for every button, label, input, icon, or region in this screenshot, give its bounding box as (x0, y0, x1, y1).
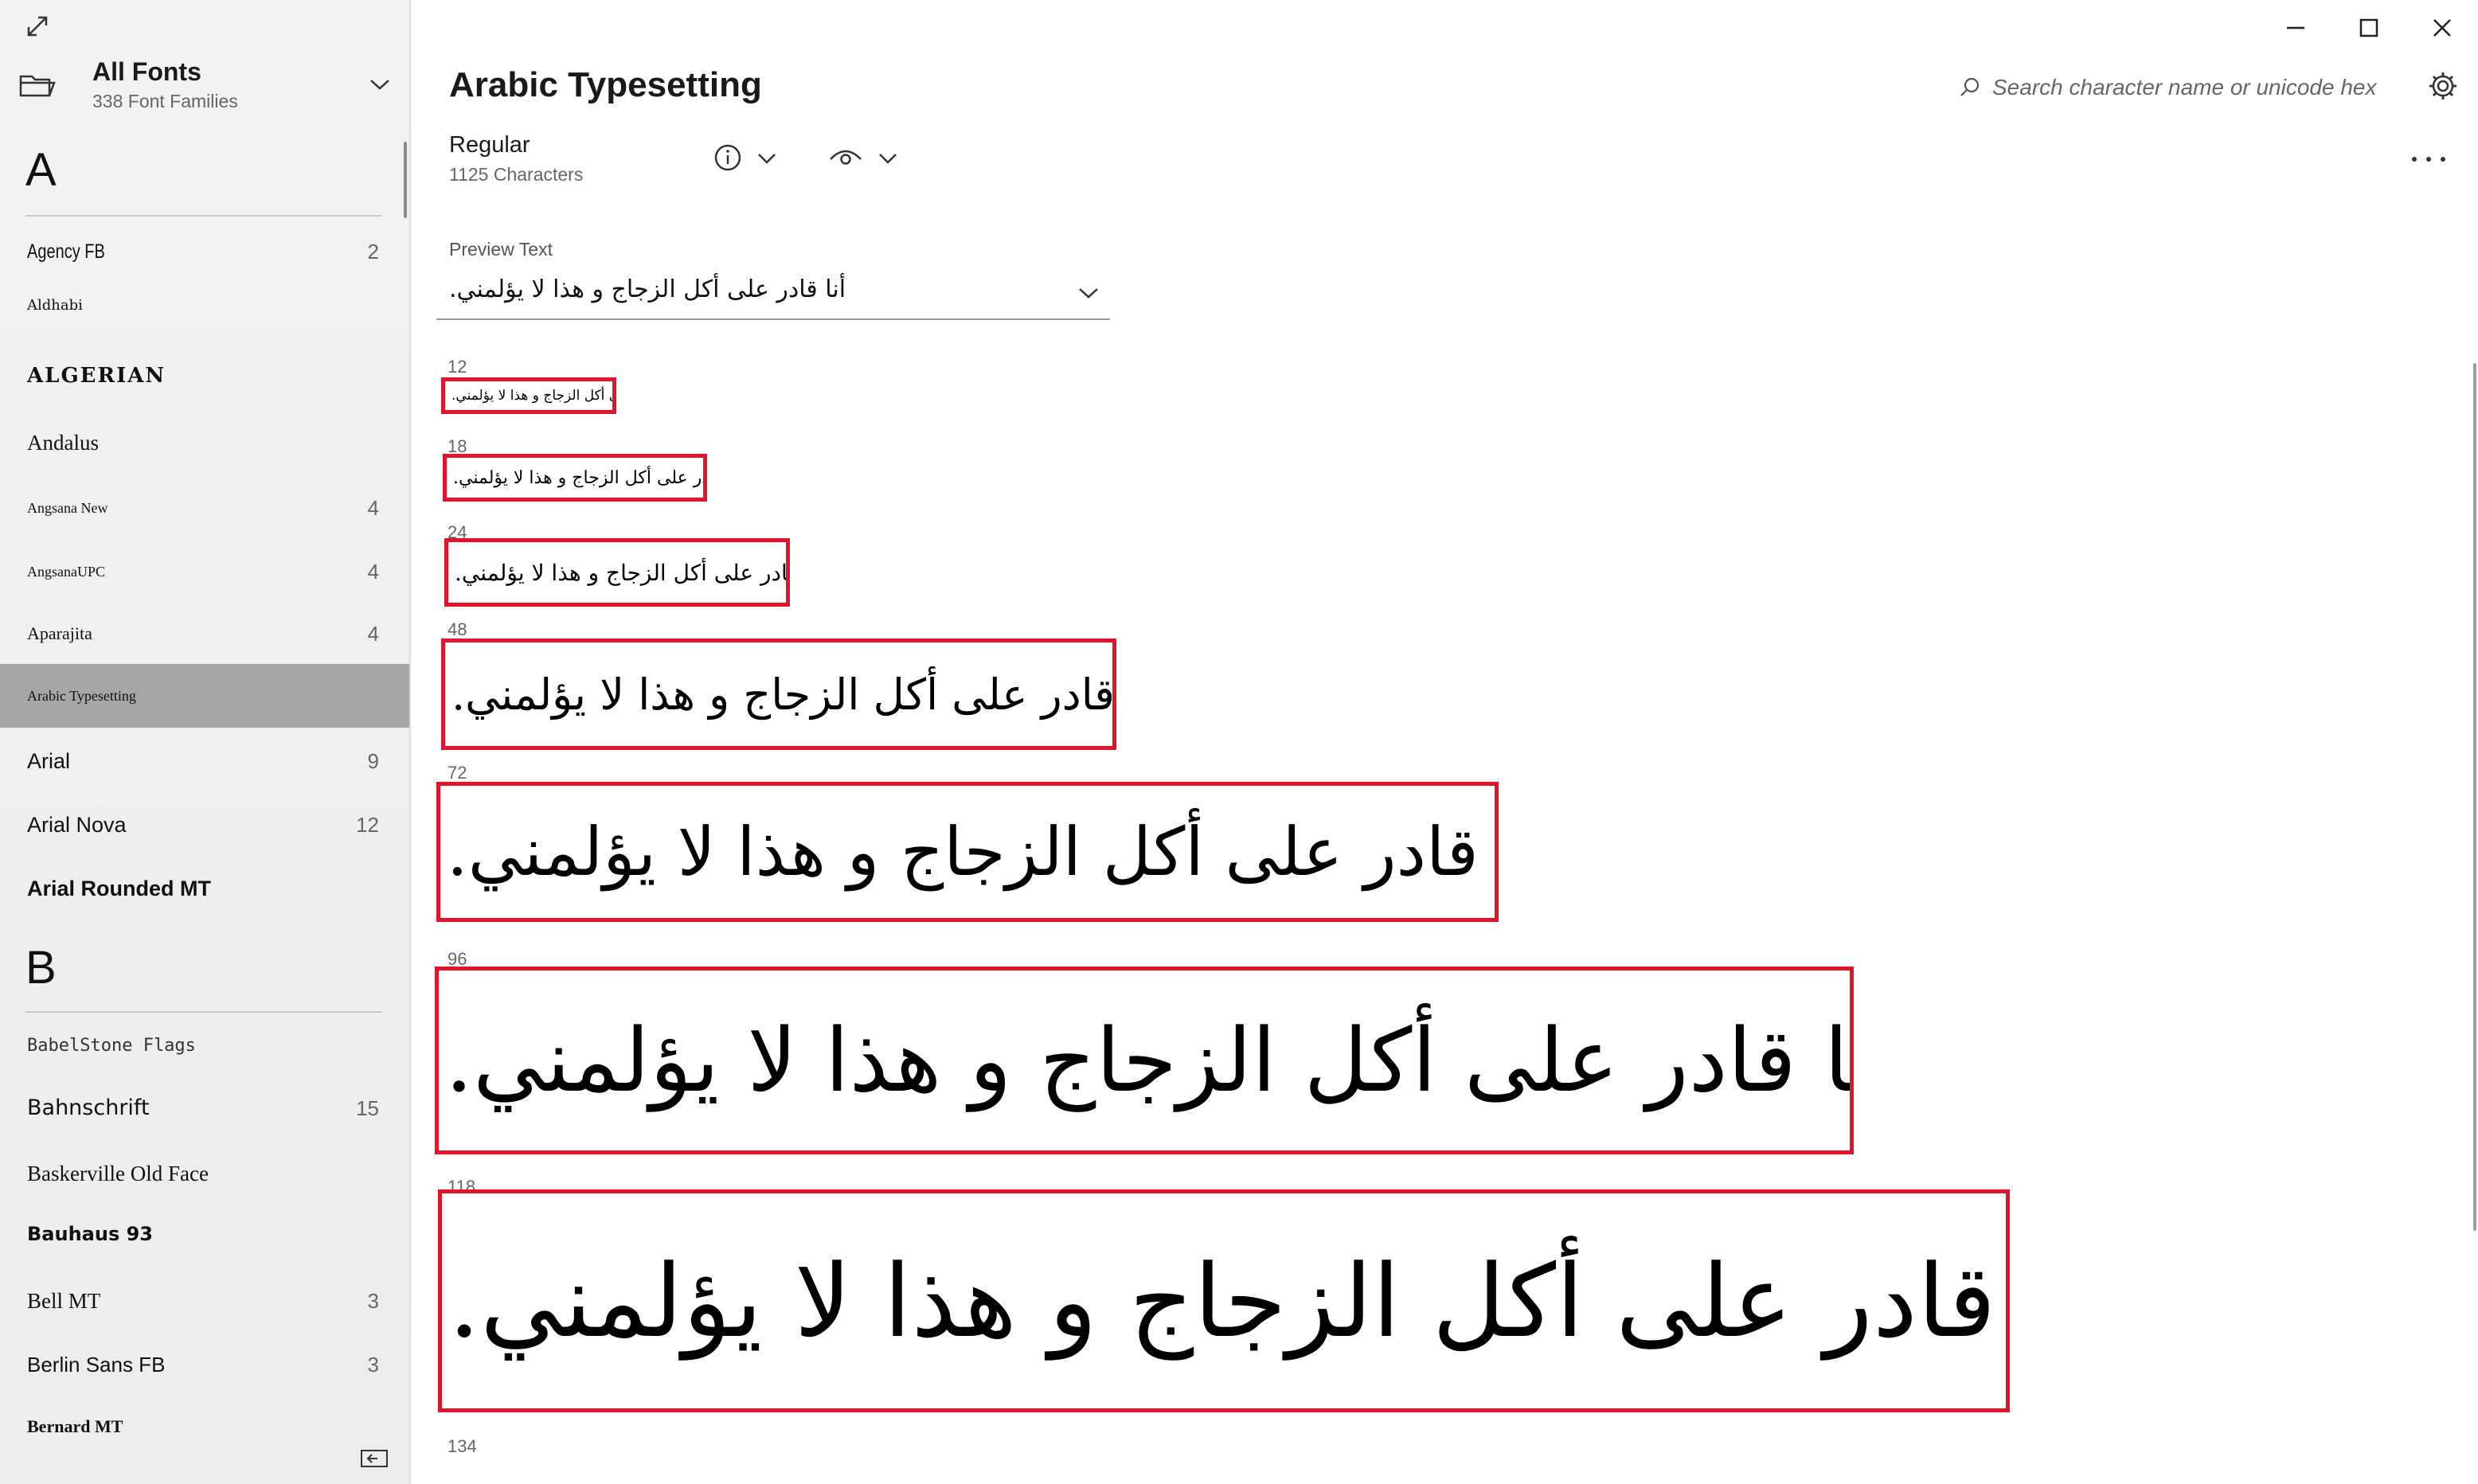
sample-text: أنا قادر على أكل الزجاج و هذا لا يؤلمني. (455, 559, 790, 586)
font-name: Baskerville Old Face (27, 1162, 209, 1185)
search-icon (1960, 77, 1980, 96)
chevron-down-icon (758, 154, 776, 164)
chevron-down-icon[interactable] (1077, 285, 1100, 301)
font-name: Arabic Typesetting (27, 688, 136, 704)
sidebar-item-algerian[interactable]: ALGERIAN (0, 344, 409, 408)
preview-text-combobox[interactable]: أنا قادر على أكل الزجاج و هذا لا يؤلمني. (436, 271, 1110, 320)
style-count: 15 (356, 1096, 379, 1120)
more-options-icon[interactable] (2410, 154, 2448, 164)
maximize-icon[interactable] (2355, 14, 2382, 41)
preview-text-label: Preview Text (449, 239, 553, 260)
font-name: Aparajita (27, 623, 92, 643)
sidebar-scrollbar[interactable] (404, 142, 407, 218)
sidebar-item-arial-rounded-mt[interactable]: Arial Rounded MT (0, 857, 409, 920)
font-detail-pane: Arabic Typesetting Regular 1125 Characte… (411, 0, 2478, 1484)
font-name: Berlin Sans FB (27, 1353, 166, 1377)
sample-row-12: أنا قادر على أكل الزجاج و هذا لا يؤلمني. (441, 377, 616, 414)
search-input[interactable] (1992, 72, 2406, 103)
main-scrollbar[interactable] (2473, 363, 2476, 1231)
close-icon[interactable] (2429, 14, 2456, 41)
sidebar-item-angsanaupc[interactable]: AngsanaUPC 4 (0, 540, 409, 603)
font-name: Aldhabi (27, 297, 83, 314)
sample-text: أنا قادر على أكل الزجاج و هذا لا يؤلمني. (447, 813, 1499, 891)
sample-text: أنا قادر على أكل الزجاج و هذا لا يؤلمني. (445, 1010, 1854, 1111)
style-count: 3 (367, 1353, 379, 1377)
divider (25, 215, 382, 217)
style-count: 3 (367, 1289, 379, 1313)
preview-text-value[interactable]: أنا قادر على أكل الزجاج و هذا لا يؤلمني. (449, 275, 846, 303)
collection-subtitle: 338 Font Families (92, 91, 238, 111)
chevron-down-icon[interactable] (368, 76, 392, 92)
sidebar-item-arial[interactable]: Arial 9 (0, 729, 409, 793)
sidebar-item-bauhaus-93[interactable]: Bauhaus 93 (0, 1202, 409, 1266)
group-letter-b[interactable]: B (25, 941, 57, 994)
expand-icon[interactable] (24, 13, 51, 40)
size-label-48: 48 (448, 619, 467, 639)
sample-row-72: أنا قادر على أكل الزجاج و هذا لا يؤلمني. (436, 782, 1499, 922)
sidebar-item-berlin-sans-fb[interactable]: Berlin Sans FB 3 (0, 1333, 409, 1396)
style-count: 4 (367, 496, 379, 520)
sidebar-item-babelstone-flags[interactable]: BabelStone Flags (0, 1014, 409, 1078)
sample-row-48: أنا قادر على أكل الزجاج و هذا لا يؤلمني. (441, 639, 1116, 750)
font-name: Arial Nova (27, 813, 127, 837)
style-name[interactable]: Regular (449, 132, 530, 158)
sample-text: أنا قادر على أكل الزجاج و هذا لا يؤلمني. (448, 1242, 2010, 1360)
sidebar-item-aparajita[interactable]: Aparajita 4 (0, 602, 409, 666)
info-icon (714, 144, 741, 171)
font-name: Arial Rounded MT (27, 877, 211, 900)
font-name: Angsana New (27, 500, 108, 516)
style-count: 9 (367, 749, 379, 773)
sidebar-item-aldhabi[interactable]: Aldhabi (0, 274, 409, 338)
font-title: Arabic Typesetting (449, 65, 762, 104)
sidebar-item-bell-mt[interactable]: Bell MT 3 (0, 1269, 409, 1333)
group-letter-a[interactable]: A (25, 143, 57, 197)
sample-text: أنا قادر على أكل الزجاج و هذا لا يؤلمني. (453, 467, 703, 488)
collapse-pane-icon[interactable] (360, 1449, 389, 1468)
sidebar-item-bahnschrift[interactable]: Bahnschrift 15 (0, 1076, 409, 1140)
font-name: ALGERIAN (27, 364, 166, 388)
font-info-button[interactable] (713, 140, 790, 175)
size-label-12: 12 (448, 357, 467, 377)
font-name: Arial (27, 749, 71, 773)
eye-icon (830, 150, 862, 165)
gear-icon[interactable] (2427, 70, 2459, 102)
sample-row-118: أنا قادر على أكل الزجاج و هذا لا يؤلمني. (438, 1189, 2010, 1412)
sample-row-96: أنا قادر على أكل الزجاج و هذا لا يؤلمني. (435, 967, 1854, 1154)
collection-title[interactable]: All Fonts (92, 57, 201, 87)
size-label-72: 72 (448, 763, 467, 783)
style-count: 4 (367, 560, 379, 584)
preview-options-button[interactable] (828, 140, 911, 175)
search-box[interactable] (1959, 72, 2406, 103)
font-name: Andalus (27, 431, 99, 455)
size-label-134: 134 (448, 1436, 477, 1456)
font-name: AngsanaUPC (27, 564, 105, 580)
minimize-icon[interactable] (2282, 14, 2309, 41)
sample-text: أنا قادر على أكل الزجاج و هذا لا يؤلمني. (451, 669, 1116, 720)
sample-row-24: أنا قادر على أكل الزجاج و هذا لا يؤلمني. (444, 538, 790, 607)
sidebar-item-baskerville-old-face[interactable]: Baskerville Old Face (0, 1142, 409, 1205)
sidebar-item-arial-nova[interactable]: Arial Nova 12 (0, 793, 409, 857)
font-name: BabelStone Flags (27, 1036, 196, 1056)
sidebar-item-angsana-new[interactable]: Angsana New 4 (0, 476, 409, 540)
sample-text: أنا قادر على أكل الزجاج و هذا لا يؤلمني. (451, 388, 612, 404)
divider (25, 1011, 382, 1013)
sidebar-item-andalus[interactable]: Andalus (0, 411, 409, 474)
character-count: 1125 Characters (449, 164, 584, 185)
sidebar-item-bernard-mt[interactable]: Bernard MT (0, 1395, 409, 1459)
style-count: 12 (356, 813, 379, 837)
sidebar-item-arabic-typesetting[interactable]: Arabic Typesetting (0, 664, 409, 728)
folder-icon (19, 75, 56, 97)
font-name: Bernard MT (27, 1416, 123, 1436)
chevron-down-icon (879, 154, 897, 164)
font-name: Bell MT (27, 1289, 101, 1313)
font-list-sidebar: All Fonts 338 Font Families A Agency FB … (0, 0, 411, 1484)
style-count: 4 (367, 622, 379, 646)
sample-row-18: أنا قادر على أكل الزجاج و هذا لا يؤلمني. (443, 454, 707, 502)
font-name: Bahnschrift (27, 1095, 150, 1120)
font-name: Bauhaus 93 (27, 1223, 153, 1245)
